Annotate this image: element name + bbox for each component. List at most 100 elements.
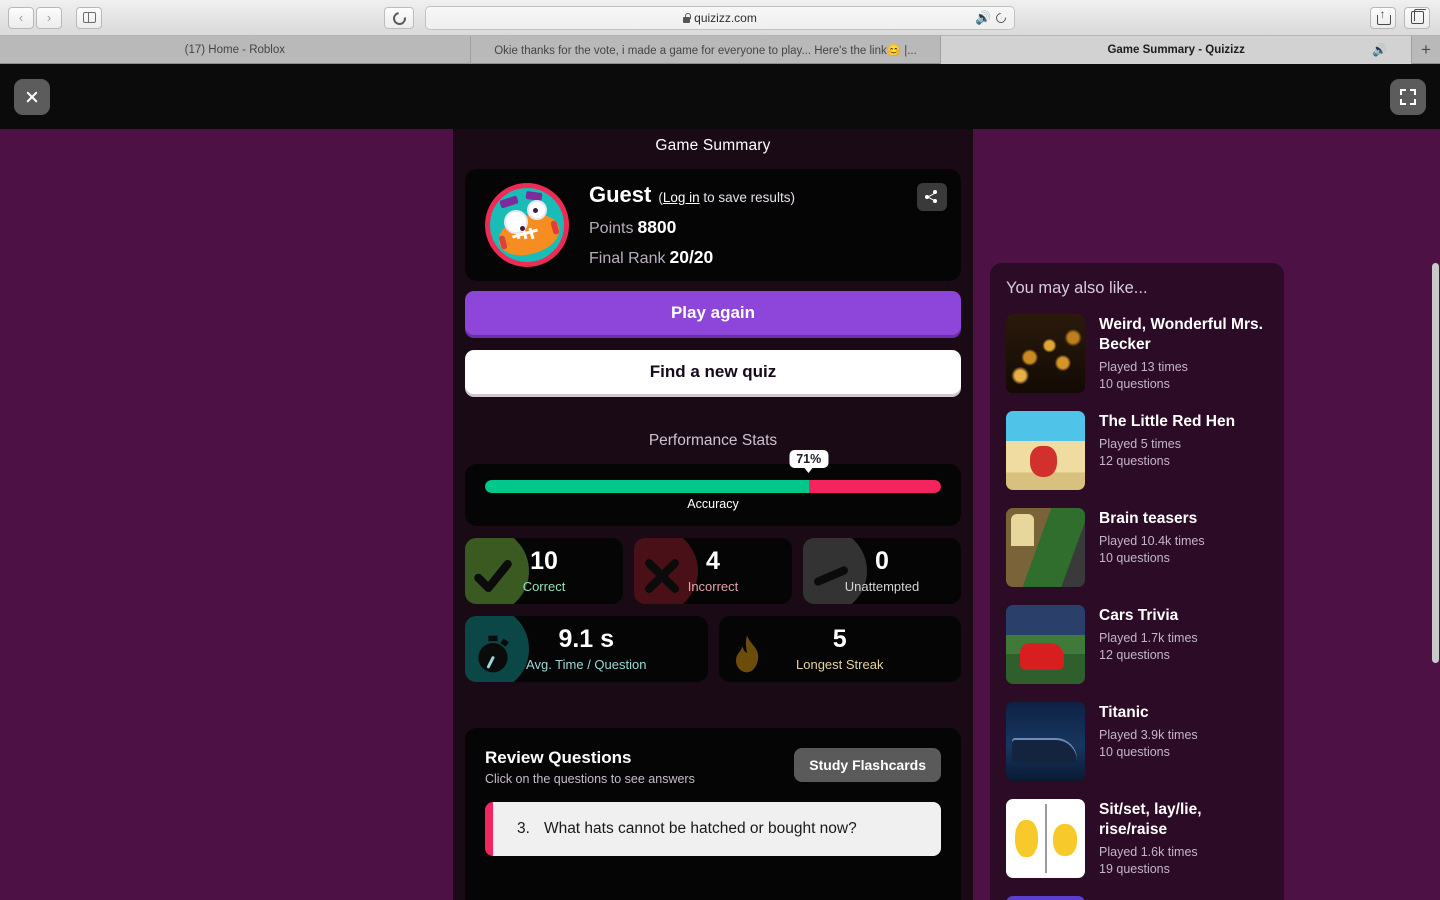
main-column: Game Summary Guest (Log in to save resul… xyxy=(453,129,973,900)
accuracy-bar-correct xyxy=(485,479,809,493)
quiz-thumbnail xyxy=(1006,411,1085,490)
share-icon xyxy=(1377,8,1391,25)
quiz-meta: Titanic Played 3.9k times 10 questions xyxy=(1099,702,1198,781)
browser-tab-0[interactable]: (17) Home - Roblox xyxy=(0,36,471,64)
quiz-title: Titanic xyxy=(1099,704,1149,721)
check-icon xyxy=(474,559,512,593)
study-flashcards-button[interactable]: Study Flashcards xyxy=(794,748,941,782)
review-subtitle: Click on the questions to see answers xyxy=(485,772,695,786)
stat-card-avg-time: 9.1 s Avg. Time / Question xyxy=(465,616,708,682)
fullscreen-icon xyxy=(1400,88,1416,105)
stat-card-longest-streak: 5 Longest Streak xyxy=(718,616,961,682)
rank-label: Final Rank xyxy=(589,250,666,267)
lock-icon xyxy=(683,12,691,23)
recommendation-item[interactable]: The Little Red Hen Played 5 times 12 quest… xyxy=(1006,411,1268,490)
page-title: Game Summary xyxy=(655,137,771,154)
share-results-button[interactable] xyxy=(917,183,947,211)
page-scrollbar[interactable] xyxy=(1432,263,1439,663)
quiz-play-count: Played 1.7k times xyxy=(1099,630,1198,645)
tab-title: Okie thanks for the vote, i made a game … xyxy=(494,45,917,57)
browser-toolbar: ‹ › quizizz.com 🔊 xyxy=(0,0,1440,36)
tabs-icon xyxy=(1410,8,1426,24)
rank-value: 20/20 xyxy=(669,247,714,267)
quiz-thumbnail xyxy=(1006,799,1085,878)
recommendation-list: Weird, Wonderful Mrs. Becker Played 13 ti… xyxy=(1006,314,1268,900)
stat-row-primary: 10 Correct 4 Incorrect 0 Unattempted xyxy=(465,538,961,604)
stat-value: 5 xyxy=(832,624,847,653)
quiz-title: The Little Red Hen xyxy=(1099,413,1236,430)
recommendation-item[interactable]: Weird, Wonderful Mrs. Becker Played 13 ti… xyxy=(1006,314,1268,393)
find-new-quiz-button[interactable]: Find a new quiz xyxy=(465,350,961,394)
stat-label: Avg. Time / Question xyxy=(526,656,647,672)
address-bar[interactable]: quizizz.com 🔊 xyxy=(425,6,1015,30)
review-header-text: Review Questions Click on the questions … xyxy=(485,748,695,786)
share-icon xyxy=(925,190,939,204)
accuracy-caption: Accuracy xyxy=(687,496,739,511)
login-suffix: to save results) xyxy=(699,190,795,205)
browser-tab-2[interactable]: Game Summary - Quizizz 🔊 xyxy=(941,36,1413,64)
quiz-play-count: Played 5 times xyxy=(1099,436,1181,451)
quiz-title: Weird, Wonderful Mrs. Becker xyxy=(1099,316,1263,353)
fullscreen-button[interactable] xyxy=(1390,78,1426,115)
quiz-thumbnail xyxy=(1006,314,1085,393)
toolbar-right-actions xyxy=(1370,6,1430,29)
address-bar-content: quizizz.com xyxy=(683,11,757,25)
tab-audio-icon[interactable]: 🔊 xyxy=(1372,43,1387,57)
tab-strip: (17) Home - Roblox Okie thanks for the v… xyxy=(0,36,1440,64)
quiz-play-count: Played 10.4k times xyxy=(1099,533,1205,548)
stat-value: 9.1 s xyxy=(558,624,615,653)
quiz-question-count: 12 questions xyxy=(1099,647,1170,662)
points-value: 8800 xyxy=(637,217,677,237)
browser-tab-1[interactable]: Okie thanks for the vote, i made a game … xyxy=(471,36,942,64)
stat-label: Correct xyxy=(522,578,566,594)
review-header: Review Questions Click on the questions … xyxy=(485,748,941,786)
quiz-play-count: Played 1.6k times xyxy=(1099,844,1198,859)
recommendation-item[interactable]: Cars Trivia Played 1.7k times 12 questions xyxy=(1006,605,1268,684)
forward-button[interactable]: › xyxy=(36,6,62,29)
tab-overview-button[interactable] xyxy=(1404,6,1430,29)
stopwatch-icon xyxy=(478,635,509,673)
recommendation-item[interactable]: Titanic Played 3.9k times 10 questions xyxy=(1006,702,1268,781)
reload-button[interactable] xyxy=(384,7,414,29)
player-name: Guest xyxy=(589,182,652,207)
close-button[interactable] xyxy=(14,78,50,115)
recommendation-item[interactable]: Sit/set, lay/lie, rise/raise Played 1.6k … xyxy=(1006,799,1268,878)
login-link[interactable]: Log in xyxy=(663,190,700,205)
quiz-meta: Cars Trivia Played 1.7k times 12 questions xyxy=(1099,605,1198,684)
avatar-brow-left xyxy=(499,195,519,209)
question-row[interactable]: 3. What hats cannot be hatched or bought… xyxy=(485,802,941,856)
sidebar-title: You may also like... xyxy=(1006,279,1148,297)
performance-stats-title: Performance Stats xyxy=(648,432,778,449)
stat-value: 10 xyxy=(530,546,558,575)
quiz-thumbnail xyxy=(1006,508,1085,587)
reload-icon xyxy=(389,8,409,28)
back-button[interactable]: ‹ xyxy=(8,6,34,29)
audio-playing-icon[interactable]: 🔊 xyxy=(975,11,991,24)
quiz-question-count: 10 questions xyxy=(1099,550,1170,565)
recommendation-item[interactable]: A or An?Played 5.5k times20 questions xyxy=(1006,896,1268,900)
quiz-meta: Brain teasers Played 10.4k times 10 questi… xyxy=(1099,508,1205,587)
new-tab-button[interactable]: + xyxy=(1412,36,1440,63)
quiz-meta: A or An?Played 5.5k times20 questions xyxy=(1099,896,1198,900)
profile-name-row: Guest (Log in to save results) xyxy=(589,182,795,208)
flame-icon xyxy=(735,635,758,673)
tab-title: Game Summary - Quizizz xyxy=(1107,44,1245,56)
accuracy-card: 71% Accuracy xyxy=(465,450,961,526)
quiz-question-count: 10 questions xyxy=(1099,744,1170,759)
quiz-thumbnail xyxy=(1006,605,1085,684)
play-again-button[interactable]: Play again xyxy=(465,291,961,335)
quiz-title: Brain teasers xyxy=(1099,510,1198,527)
stat-label: Longest Streak xyxy=(796,656,884,672)
sidebar-toggle-button[interactable] xyxy=(76,6,102,29)
navigation-buttons: ‹ › xyxy=(8,6,102,29)
avatar xyxy=(485,183,569,267)
close-icon xyxy=(25,90,39,104)
share-button[interactable] xyxy=(1370,6,1396,29)
accuracy-tooltip: 71% xyxy=(789,450,829,473)
stat-card-incorrect: 4 Incorrect xyxy=(634,538,792,604)
recommendation-item[interactable]: Brain teasers Played 10.4k times 10 questi… xyxy=(1006,508,1268,587)
page-reload-icon[interactable] xyxy=(993,10,1009,26)
quiz-question-count: 19 questions xyxy=(1099,861,1170,876)
tab-title: (17) Home - Roblox xyxy=(184,44,285,56)
quiz-title: Sit/set, lay/lie, rise/raise xyxy=(1099,801,1202,838)
